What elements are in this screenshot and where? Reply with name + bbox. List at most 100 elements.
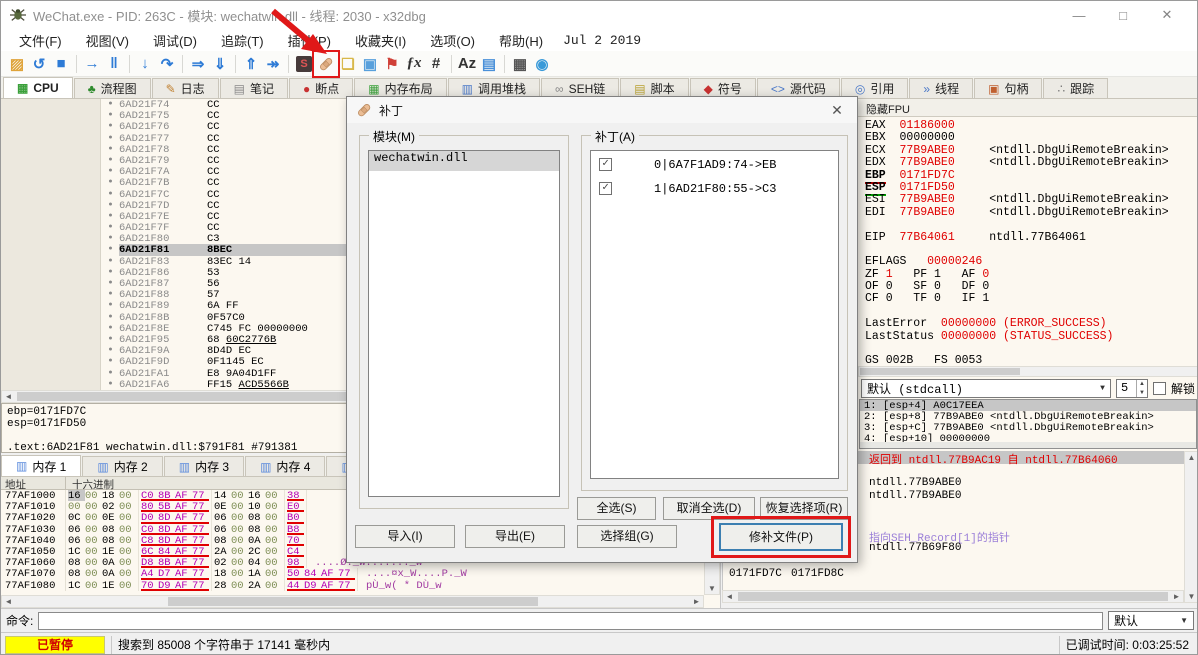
tab-call-stack[interactable]: ▥ 调用堆栈 <box>447 78 540 98</box>
close-button[interactable]: ✕ <box>1145 7 1189 23</box>
select-group-button[interactable]: 选择组(G) <box>577 525 677 548</box>
register-line[interactable]: GS 002B FS 0053 <box>858 354 1197 367</box>
tab-seh[interactable]: ∞ SEH链 <box>541 78 620 98</box>
scroll-up-icon[interactable]: ▲ <box>1185 452 1197 463</box>
globe-icon[interactable]: ◉ <box>531 53 553 75</box>
calling-convention-select[interactable]: 默认 (stdcall) ▼ <box>861 379 1111 398</box>
breakpoint-dot-icon[interactable]: ● <box>102 278 119 289</box>
tab-script[interactable]: ▤ 脚本 <box>620 78 689 98</box>
command-input[interactable] <box>38 611 1103 630</box>
breakpoint-dot-icon[interactable]: ● <box>102 356 119 367</box>
command-profile-select[interactable]: 默认 ▼ <box>1108 611 1194 630</box>
dump-tab[interactable]: ▥ 内存 1 <box>1 455 82 476</box>
breakpoint-dot-icon[interactable]: ● <box>102 177 119 188</box>
scroll-left-icon[interactable]: ◄ <box>723 591 736 602</box>
menu-item[interactable]: 文件(F) <box>7 31 74 50</box>
breakpoint-dot-icon[interactable]: ● <box>102 155 119 166</box>
hash-icon[interactable]: # <box>425 53 447 75</box>
argument-row[interactable]: 3: [esp+C] 77B9ABE0 <ntdll.DbgUiRemoteBr… <box>860 422 1196 434</box>
scroll-right-icon[interactable]: ► <box>690 596 703 607</box>
scroll-left-icon[interactable]: ◄ <box>2 596 15 607</box>
scroll-thumb[interactable] <box>738 592 1168 601</box>
export-button[interactable]: 导出(E) <box>465 525 565 548</box>
register-line[interactable]: EBX 00000000 <box>858 131 1197 144</box>
breakpoint-dot-icon[interactable]: ● <box>102 133 119 144</box>
register-line[interactable]: ESP 0171FD50 <box>858 180 1197 196</box>
patch-list-item[interactable]: ✓ 0|6A7F1AD9:74->EB <box>591 154 838 175</box>
patches-list[interactable]: ✓ 0|6A7F1AD9:74->EB ✓ 1|6AD21F80:55->C3 <box>590 150 839 479</box>
breakpoint-dot-icon[interactable]: ● <box>102 244 119 255</box>
arguments-hscrollbar[interactable] <box>860 442 1196 448</box>
tab-cpu[interactable]: ▦ CPU <box>3 77 73 98</box>
register-line[interactable] <box>858 218 1197 230</box>
arguments-panel[interactable]: 1: [esp+4] A0C17EEA 2: [esp+8] 77B9ABE0 <… <box>859 399 1197 449</box>
scroll-down-icon[interactable]: ▼ <box>706 583 719 594</box>
scroll-right-icon[interactable]: ► <box>1170 591 1183 602</box>
pause-icon[interactable]: ‖ <box>103 53 125 75</box>
arg-depth-stepper[interactable]: 5 ▲ ▼ <box>1115 379 1148 398</box>
breakpoint-dot-icon[interactable]: ● <box>102 323 119 334</box>
modules-list[interactable]: wechatwin.dll <box>368 150 560 497</box>
menu-item[interactable]: 帮助(H) <box>487 31 555 50</box>
breakpoint-dot-icon[interactable]: ● <box>102 267 119 278</box>
step-out-icon[interactable]: ⇓ <box>209 53 231 75</box>
registers-hscrollbar[interactable] <box>858 366 1197 377</box>
module-list-item[interactable]: wechatwin.dll <box>369 151 559 171</box>
register-line[interactable]: LastError 00000000 (ERROR_SUCCESS) <box>858 317 1197 330</box>
register-line[interactable]: ESI 77B9ABE0 <ntdll.DbgUiRemoteBreakin> <box>858 193 1197 206</box>
stack-vscrollbar[interactable]: ▲ ▼ <box>1184 451 1197 603</box>
menu-item[interactable]: 追踪(T) <box>209 31 276 50</box>
patch-icon[interactable] <box>312 49 340 78</box>
stepper-up-icon[interactable]: ▲ <box>1137 380 1147 389</box>
stepper-down-icon[interactable]: ▼ <box>1137 389 1147 398</box>
run-icon[interactable]: → <box>81 53 103 75</box>
labels-icon[interactable]: ▣ <box>359 53 381 75</box>
tab-handles[interactable]: ▣ 句柄 <box>974 78 1043 98</box>
tab-trace[interactable]: ∴ 跟踪 <box>1043 78 1109 98</box>
breakpoint-dot-icon[interactable]: ● <box>102 110 119 121</box>
unlock-checkbox[interactable] <box>1152 382 1166 395</box>
hide-fpu-button[interactable]: 隐藏FPU <box>858 99 1197 117</box>
dialog-close-icon[interactable]: ✕ <box>826 102 848 119</box>
patch-list-item[interactable]: ✓ 1|6AD21F80:55->C3 <box>591 178 838 199</box>
tab-notes[interactable]: ▤ 笔记 <box>219 78 289 98</box>
register-line[interactable]: OF 0 SF 0 DF 0 <box>858 280 1197 293</box>
register-line[interactable]: EIP 77B64061 ntdll.77B64061 <box>858 231 1197 244</box>
strings-icon[interactable]: S <box>296 55 312 72</box>
dump-tab[interactable]: ▥ 内存 2 <box>82 456 163 476</box>
scroll-left-icon[interactable]: ◄ <box>2 391 15 402</box>
import-button[interactable]: 导入(I) <box>355 525 455 548</box>
breakpoint-dot-icon[interactable]: ● <box>102 166 119 177</box>
argument-row[interactable]: 1: [esp+4] A0C17EEA <box>860 400 1196 412</box>
maximize-button[interactable]: □ <box>1101 8 1145 23</box>
calculator-icon[interactable]: ▦ <box>509 53 531 75</box>
dump-hscrollbar[interactable]: ◄ ► <box>1 595 704 608</box>
breakpoint-dot-icon[interactable]: ● <box>102 368 119 379</box>
dump-tab[interactable]: ▥ 内存 3 <box>163 456 245 476</box>
menu-item[interactable]: 视图(V) <box>74 31 141 50</box>
patch-checkbox[interactable]: ✓ <box>599 182 612 195</box>
breakpoint-dot-icon[interactable]: ● <box>102 233 119 244</box>
register-line[interactable] <box>858 342 1197 354</box>
open-file-icon[interactable]: ▨ <box>6 53 28 75</box>
argument-row[interactable]: 2: [esp+8] 77B9ABE0 <ntdll.DbgUiRemoteBr… <box>860 411 1196 423</box>
menu-item[interactable]: 选项(O) <box>418 31 487 50</box>
select-all-button[interactable]: 全选(S) <box>577 497 656 520</box>
register-line[interactable]: ECX 77B9ABE0 <ntdll.DbgUiRemoteBreakin> <box>858 144 1197 157</box>
breakpoint-dot-icon[interactable]: ● <box>102 189 119 200</box>
tab-threads[interactable]: » 线程 <box>909 78 974 98</box>
functions-icon[interactable]: ƒx <box>403 53 425 75</box>
register-line[interactable] <box>858 243 1197 255</box>
step-over-icon[interactable]: ↷ <box>156 53 178 75</box>
tab-memory-map[interactable]: ▦ 内存布局 <box>354 78 447 98</box>
breakpoint-dot-icon[interactable]: ● <box>102 289 119 300</box>
scroll-down-icon[interactable]: ▼ <box>1185 591 1197 602</box>
scroll-thumb[interactable] <box>860 368 1020 375</box>
minimize-button[interactable]: — <box>1057 8 1101 23</box>
breakpoint-dot-icon[interactable]: ● <box>102 345 119 356</box>
scroll-thumb[interactable] <box>17 392 347 401</box>
menu-item[interactable]: 调试(D) <box>141 31 209 50</box>
register-line[interactable]: EDX 77B9ABE0 <ntdll.DbgUiRemoteBreakin> <box>858 156 1197 169</box>
comments-icon[interactable]: ❏ <box>337 53 359 75</box>
restart-icon[interactable]: ↺ <box>28 53 50 75</box>
